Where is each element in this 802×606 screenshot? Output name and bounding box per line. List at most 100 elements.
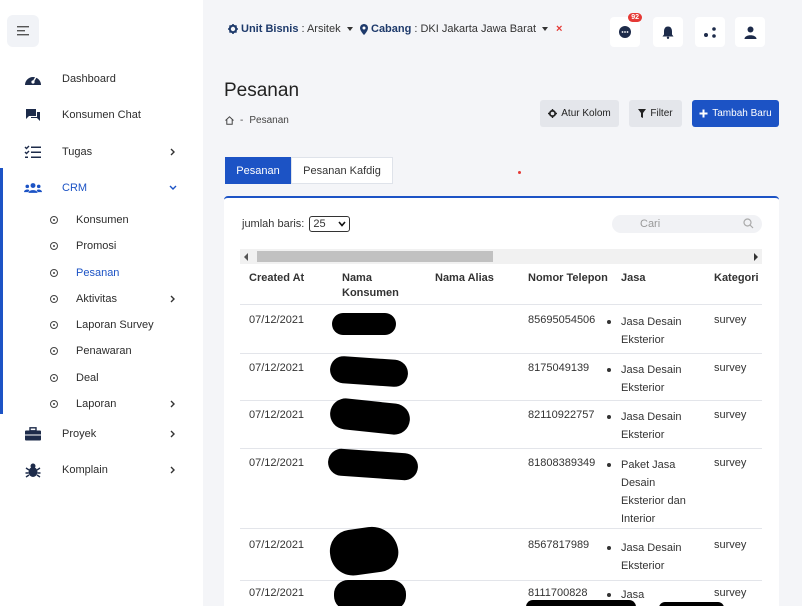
filter-icon (638, 109, 647, 118)
cell-phone: 82110922757 (528, 409, 595, 421)
scroll-right-arrow-icon[interactable] (754, 253, 758, 261)
radio-dot-icon (50, 347, 58, 355)
button-label: Filter (650, 108, 673, 119)
sidebar-item-label: Tugas (62, 146, 93, 158)
search-icon (743, 218, 754, 229)
breadcrumb-current: Pesanan (249, 115, 289, 126)
briefcase-icon (24, 425, 42, 443)
apps-button[interactable] (695, 17, 725, 47)
caret-down-icon (346, 27, 353, 31)
sidebar-item-label: Konsumen Chat (62, 109, 141, 121)
cell-date: 07/12/2021 (249, 362, 305, 374)
sidebar-item-tugas[interactable]: Tugas (0, 138, 203, 166)
horizontal-scrollbar[interactable] (240, 249, 762, 264)
cell-date: 07/12/2021 (249, 314, 305, 326)
scroll-left-arrow-icon[interactable] (244, 253, 248, 261)
profile-button[interactable] (735, 17, 765, 47)
tab-pesanan[interactable]: Pesanan (225, 157, 291, 184)
radio-dot-icon (50, 269, 58, 277)
chat-icon (619, 26, 631, 38)
row-divider (240, 580, 762, 581)
redacted-phone (526, 600, 636, 606)
col-created-at[interactable]: Created At (249, 271, 304, 286)
home-icon[interactable] (225, 116, 234, 125)
sidebar-subitem-promosi[interactable]: Promosi (0, 234, 203, 258)
gear-icon (228, 24, 238, 34)
unit-value: : Arsitek (301, 23, 341, 35)
sidebar-subitem-label: Laporan (76, 398, 117, 410)
sidebar-subitem-penawaran[interactable]: Penawaran (0, 339, 203, 363)
sidebar-item-label: Komplain (62, 464, 108, 476)
chevron-down-icon (338, 221, 346, 227)
cell-date: 07/12/2021 (249, 457, 305, 469)
cell-jasa: Jasa Desain Eksterior (607, 361, 687, 397)
cabang-selector[interactable]: Cabang : DKI Jakarta Jawa Barat × (360, 23, 562, 35)
chevron-down-icon (168, 183, 178, 193)
map-pin-icon (360, 23, 368, 35)
sidebar-subitem-label: Pesanan (76, 267, 120, 279)
redacted-jasa (659, 602, 724, 606)
redacted-name (332, 313, 396, 335)
tambah-baru-button[interactable]: Tambah Baru (692, 100, 779, 127)
filter-button[interactable]: Filter (629, 100, 682, 127)
chat-button[interactable]: 92 (610, 13, 642, 47)
rows-select-value: 25 (313, 218, 326, 230)
cell-date: 07/12/2021 (249, 539, 305, 551)
button-label: Tambah Baru (712, 108, 772, 119)
sidebar-subitem-laporan-survey[interactable]: Laporan Survey (0, 313, 203, 337)
menu-toggle-button[interactable] (7, 15, 39, 47)
sidebar-subitem-deal[interactable]: Deal (0, 366, 203, 390)
tab-pesanan-kafdig[interactable]: Pesanan Kafdig (291, 157, 393, 184)
sidebar-subitem-label: Penawaran (76, 345, 132, 357)
gear-icon (548, 109, 558, 118)
sidebar-item-crm[interactable]: CRM (0, 174, 203, 202)
bug-icon (24, 461, 42, 479)
search-placeholder: Cari (640, 218, 661, 230)
unit-bisnis-selector[interactable]: Unit Bisnis : Arsitek (228, 23, 353, 35)
header-divider (240, 304, 762, 305)
sidebar-subitem-label: Deal (76, 372, 99, 384)
sidebar-item-konsumen-chat[interactable]: Konsumen Chat (0, 101, 203, 129)
sidebar-subitem-pesanan[interactable]: Pesanan (0, 261, 203, 285)
clear-cabang-button[interactable]: × (556, 23, 562, 35)
notification-button[interactable] (653, 17, 683, 47)
col-nama-konsumen[interactable]: Nama Konsumen (342, 271, 412, 301)
page-title: Pesanan (224, 80, 300, 101)
search-input[interactable]: Cari (612, 215, 762, 233)
sidebar-subitem-label: Konsumen (76, 214, 129, 226)
radio-dot-icon (50, 295, 58, 303)
redacted-name (328, 396, 412, 437)
col-nomor-telepon[interactable]: Nomor Telepon (528, 271, 608, 286)
radio-dot-icon (50, 216, 58, 224)
cell-jasa: Paket Jasa Desain Eksterior dan Interior (607, 456, 687, 528)
sidebar-item-label: Proyek (62, 428, 97, 440)
chevron-right-icon (168, 399, 178, 409)
task-list-icon (24, 143, 42, 161)
col-kategori[interactable]: Kategori (714, 271, 759, 286)
col-nama-alias[interactable]: Nama Alias (435, 271, 494, 286)
scrollbar-thumb[interactable] (257, 251, 493, 262)
sidebar-subitem-laporan[interactable]: Laporan (0, 392, 203, 416)
atur-kolom-button[interactable]: Atur Kolom (540, 100, 619, 127)
users-group-icon (24, 179, 42, 197)
radio-dot-icon (50, 321, 58, 329)
row-divider (240, 400, 762, 401)
sidebar-item-proyek[interactable]: Proyek (0, 420, 203, 448)
table-card: jumlah baris: 25 Cari Created At Nama Ko… (224, 196, 779, 606)
sidebar-subitem-konsumen[interactable]: Konsumen (0, 208, 203, 232)
row-divider (240, 353, 762, 354)
breadcrumb-separator: - (240, 115, 244, 126)
chevron-right-icon (168, 294, 178, 304)
sidebar-item-dashboard[interactable]: Dashboard (0, 65, 203, 93)
sidebar-item-komplain[interactable]: Komplain (0, 456, 203, 484)
cell-phone: 81808389349 (528, 457, 596, 469)
redacted-name (334, 580, 406, 606)
col-jasa[interactable]: Jasa (621, 271, 645, 286)
bell-icon (662, 26, 674, 39)
cabang-label: Cabang (371, 23, 412, 35)
rows-per-page: jumlah baris: 25 (242, 216, 351, 232)
cell-phone: 8567817989 (528, 539, 590, 551)
radio-dot-icon (50, 374, 58, 382)
rows-select[interactable]: 25 (309, 216, 351, 232)
sidebar-subitem-aktivitas[interactable]: Aktivitas (0, 287, 203, 311)
